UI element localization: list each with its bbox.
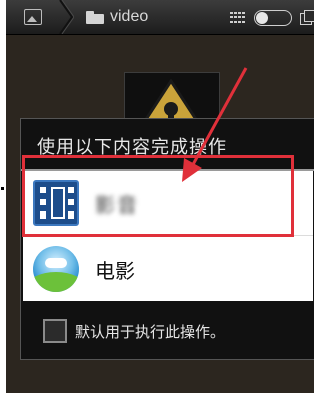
bullet-dot [1, 187, 4, 190]
annotation-arrow [182, 67, 248, 182]
screenshot-frame: video 使用以下内容完成操作 影音 电影 默认用于执行此操作。 [6, 0, 314, 393]
bottom-edge [6, 372, 314, 393]
